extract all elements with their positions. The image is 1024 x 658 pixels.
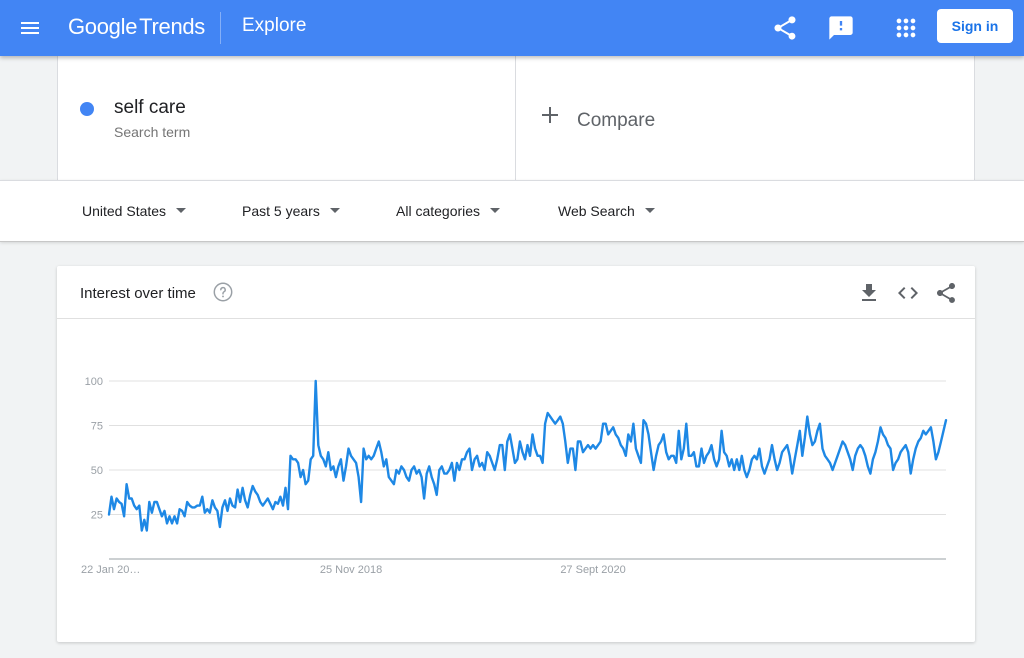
card-title: Interest over time — [80, 285, 196, 302]
apps-icon[interactable] — [892, 14, 920, 42]
y-tick-label: 75 — [91, 421, 103, 433]
embed-icon[interactable] — [896, 281, 920, 305]
plus-icon — [542, 107, 558, 123]
category-filter-label: All categories — [396, 203, 481, 219]
search-term-card[interactable]: self care Search term — [57, 56, 516, 180]
search-term-text[interactable]: self care — [114, 97, 186, 119]
x-tick-label: 22 Jan 20… — [81, 564, 140, 576]
x-tick-label: 27 Sept 2020 — [560, 564, 625, 576]
share-icon[interactable] — [771, 14, 799, 42]
y-tick-label: 100 — [85, 376, 103, 388]
sign-in-button[interactable]: Sign in — [937, 9, 1013, 43]
interest-over-time-card: Interest over time 100 75 50 25 22 Jan 20… 25… — [57, 266, 975, 642]
header-divider — [220, 12, 221, 44]
compare-button[interactable]: Compare — [516, 56, 975, 180]
category-filter[interactable]: All categories — [396, 203, 501, 219]
interest-over-time-chart: 100 75 50 25 22 Jan 20… 25 Nov 2018 27 Sept 20… — [81, 376, 948, 576]
logo-trends-text: Trends — [139, 14, 206, 39]
share-icon[interactable] — [934, 281, 958, 305]
help-icon[interactable] — [212, 281, 234, 303]
menu-icon[interactable] — [18, 16, 42, 40]
y-tick-label: 25 — [91, 510, 103, 522]
caret-down-icon — [176, 208, 187, 213]
search-term-strip: self care Search term Compare — [0, 56, 1024, 180]
google-trends-logo[interactable]: GoogleTrends — [68, 14, 205, 40]
series-line-self-care — [107, 379, 948, 532]
time-filter[interactable]: Past 5 years — [242, 203, 340, 219]
compare-label: Compare — [577, 110, 656, 131]
caret-down-icon — [490, 208, 501, 213]
search-term-type: Search term — [114, 124, 191, 140]
download-icon[interactable] — [857, 281, 881, 305]
card-header: Interest over time — [57, 266, 975, 319]
top-app-bar: GoogleTrends Explore Sign in — [0, 0, 1024, 56]
search-type-filter[interactable]: Web Search — [558, 203, 655, 219]
caret-down-icon — [644, 208, 655, 213]
x-tick-label: 25 Nov 2018 — [320, 564, 382, 576]
region-filter[interactable]: United States — [82, 203, 187, 219]
term-color-dot — [80, 102, 94, 116]
region-filter-label: United States — [82, 203, 167, 219]
logo-google-text: Google — [68, 14, 138, 39]
caret-down-icon — [329, 208, 340, 213]
page-title: Explore — [242, 15, 307, 36]
time-filter-label: Past 5 years — [242, 203, 320, 219]
feedback-icon[interactable] — [827, 14, 855, 42]
filter-bar: United States Past 5 years All categorie… — [0, 180, 1024, 242]
y-tick-label: 50 — [91, 465, 103, 477]
search-type-filter-label: Web Search — [558, 203, 635, 219]
